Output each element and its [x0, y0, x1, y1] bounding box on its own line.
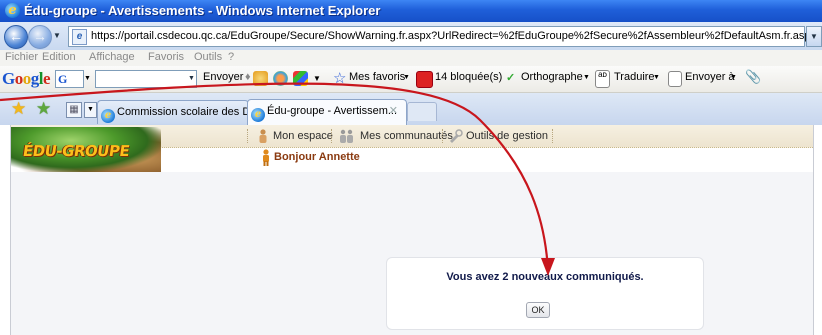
internet-explorer-icon: e: [5, 3, 20, 18]
nav-management-tools[interactable]: Outils de gestion: [466, 130, 548, 142]
translate-icon: aᴅ: [595, 70, 610, 88]
add-favorites-star-icon[interactable]: ★: [36, 99, 51, 119]
back-button[interactable]: ←: [4, 25, 28, 49]
gadgets-icon[interactable]: [293, 71, 308, 86]
menu-bar: Fichier Edition Affichage Favoris Outils…: [0, 50, 822, 66]
forward-button[interactable]: →: [28, 25, 52, 49]
quick-tabs-icon[interactable]: ▦: [66, 102, 82, 118]
page-icon: e: [72, 29, 87, 45]
greeting-text: Bonjour Annette: [274, 151, 360, 163]
edu-groupe-logo[interactable]: ÉDU-GROUPE: [11, 127, 161, 172]
internet-explorer-icon: e: [251, 108, 265, 122]
tab-commission-scolaire[interactable]: eCommission scolaire des Déc...: [97, 100, 249, 124]
tabs-row: ★ ★ ▦ ▼ eCommission scolaire des Déc... …: [0, 93, 822, 125]
nav-separator: [552, 129, 554, 143]
menu-file[interactable]: Fichier: [5, 51, 38, 63]
picasa-icon[interactable]: [273, 71, 288, 86]
google-search-options[interactable]: G: [55, 70, 84, 88]
search-dropdown-icon[interactable]: ▼: [188, 75, 195, 82]
spellcheck-button[interactable]: Orthographe: [521, 71, 583, 83]
bookmark-icon[interactable]: [253, 71, 268, 86]
nav-separator: [247, 129, 249, 143]
menu-tools[interactable]: Outils: [194, 51, 222, 63]
notification-dialog: Vous avez 2 nouveaux communiqués. OK: [386, 257, 704, 330]
star-icon[interactable]: ☆: [333, 69, 346, 87]
send-button[interactable]: Envoyer: [203, 71, 243, 83]
send-to-icon: [668, 71, 682, 87]
url-text[interactable]: https://portail.csdecou.qc.ca/EduGroupe/…: [91, 30, 816, 42]
separator-icon: ♦: [245, 71, 251, 83]
logo-text: ÉDU-GROUPE: [21, 142, 131, 160]
community-icon: [340, 129, 353, 143]
address-dropdown-button[interactable]: ▼: [806, 26, 822, 47]
menu-edit[interactable]: Edition: [42, 51, 76, 63]
chevron-down-icon[interactable]: ▼: [730, 74, 737, 81]
nav-separator: [331, 129, 333, 143]
menu-favorites[interactable]: Favoris: [148, 51, 184, 63]
popup-blocker-icon: [416, 71, 433, 88]
menu-view[interactable]: Affichage: [89, 51, 135, 63]
internet-explorer-icon: e: [101, 109, 115, 123]
google-toolbar: Google G ▼ ▼ Envoyer ♦ ▼ ☆ Mes favoris ▼…: [0, 66, 822, 93]
chevron-down-icon[interactable]: ▼: [84, 75, 91, 82]
tab-label: Édu-groupe - Avertissem...: [267, 105, 398, 117]
spellcheck-icon: ✓: [506, 72, 516, 84]
tab-edu-groupe[interactable]: e Édu-groupe - Avertissem... ✕: [247, 99, 407, 125]
window-title: Édu-groupe - Avertissements - Windows In…: [24, 3, 381, 18]
paperclip-icon[interactable]: 📎: [745, 69, 761, 85]
title-bar: e Édu-groupe - Avertissements - Windows …: [0, 0, 822, 22]
chevron-down-icon[interactable]: ▼: [313, 74, 321, 83]
chevron-down-icon[interactable]: ▼: [403, 74, 410, 81]
recent-pages-dropdown-icon[interactable]: ▼: [53, 31, 61, 40]
address-field[interactable]: e https://portail.csdecou.qc.ca/EduGroup…: [68, 26, 816, 47]
tab-list-dropdown-icon[interactable]: ▼: [84, 102, 97, 118]
new-tab-button[interactable]: [407, 102, 437, 121]
menu-help[interactable]: ?: [228, 51, 234, 63]
address-row: ← → ▼ e https://portail.csdecou.qc.ca/Ed…: [0, 22, 822, 50]
chevron-down-icon[interactable]: ▼: [583, 74, 590, 81]
nav-my-communities[interactable]: Mes communautés: [360, 130, 453, 142]
google-search-input[interactable]: [95, 70, 197, 88]
favorites-center-star-icon[interactable]: ★: [11, 99, 26, 119]
person-icon: [259, 129, 267, 143]
nav-separator: [442, 129, 444, 143]
nav-my-space[interactable]: Mon espace: [273, 130, 333, 142]
google-logo: Google: [2, 69, 51, 88]
page-content: ÉDU-GROUPE Mon espace Mes communautés Ou…: [10, 125, 814, 335]
chevron-down-icon[interactable]: ▼: [653, 74, 660, 81]
close-tab-icon[interactable]: ✕: [389, 100, 398, 122]
user-icon: [263, 149, 269, 166]
my-favorites-button[interactable]: Mes favoris: [349, 71, 405, 83]
tools-icon: [450, 129, 463, 143]
popups-blocked-count[interactable]: 14 bloquée(s): [435, 71, 502, 83]
ok-button[interactable]: OK: [526, 302, 550, 318]
tab-label: Commission scolaire des Déc...: [117, 106, 248, 118]
dialog-message: Vous avez 2 nouveaux communiqués.: [446, 271, 644, 283]
translate-button[interactable]: Traduire: [614, 71, 655, 83]
site-header: ÉDU-GROUPE Mon espace Mes communautés Ou…: [11, 125, 813, 172]
send-to-button[interactable]: Envoyer à: [685, 71, 735, 83]
